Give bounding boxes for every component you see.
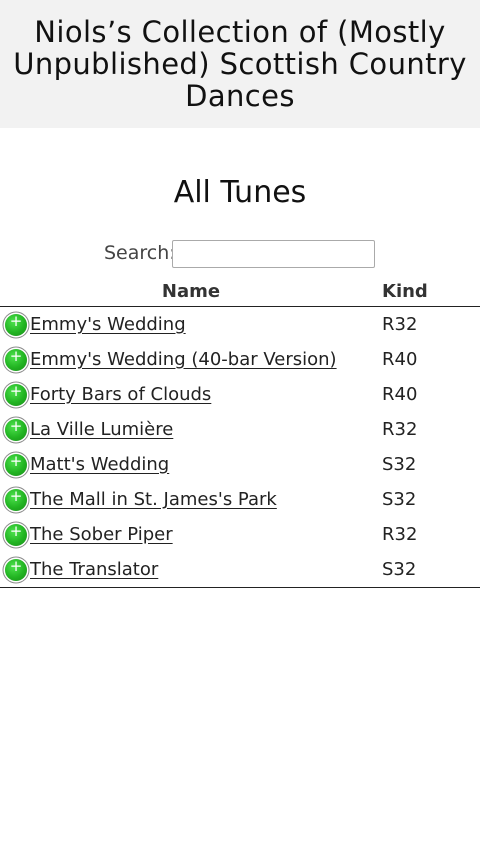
page-title: All Tunes	[173, 175, 307, 210]
expand-plus-icon[interactable]: +	[5, 383, 27, 406]
table-row: + Forty Bars of Clouds R40	[0, 377, 480, 412]
tune-kind: R40	[382, 349, 418, 370]
site-title: Niols’s Collection of (Mostly Unpublishe…	[13, 15, 467, 113]
tune-link[interactable]: The Translator	[30, 559, 158, 580]
table-header-row: Name Kind	[0, 276, 480, 307]
tune-link[interactable]: The Sober Piper	[30, 524, 173, 545]
tune-kind: R32	[382, 419, 418, 440]
table-row: + The Translator S32	[0, 552, 480, 588]
table-row: + The Sober Piper R32	[0, 517, 480, 552]
table-row: + Matt's Wedding S32	[0, 447, 480, 482]
table-row: + The Mall in St. James's Park S32	[0, 482, 480, 517]
tune-kind: S32	[382, 454, 417, 475]
expand-plus-icon[interactable]: +	[5, 488, 27, 511]
search-input[interactable]	[172, 240, 375, 268]
site-header: Niols’s Collection of (Mostly Unpublishe…	[0, 0, 480, 128]
expand-plus-icon[interactable]: +	[5, 418, 27, 441]
tune-kind: R40	[382, 384, 418, 405]
expand-plus-icon[interactable]: +	[5, 348, 27, 371]
tunes-table: Name Kind + Emmy's Wedding R32 + Emmy's …	[0, 276, 480, 588]
tune-link[interactable]: Emmy's Wedding	[30, 314, 186, 335]
tune-kind: S32	[382, 552, 480, 588]
tune-link[interactable]: Matt's Wedding	[30, 454, 169, 475]
expand-plus-icon[interactable]: +	[5, 558, 27, 581]
expand-plus-icon[interactable]: +	[5, 523, 27, 546]
search-label: Search:	[104, 242, 176, 264]
table-row: + Emmy's Wedding (40-bar Version) R40	[0, 342, 480, 377]
tune-kind: S32	[382, 489, 417, 510]
table-row: + Emmy's Wedding R32	[0, 307, 480, 343]
search-bar: Search:	[0, 240, 480, 268]
expand-plus-icon[interactable]: +	[5, 313, 27, 336]
tune-kind: R32	[382, 524, 418, 545]
table-row: + La Ville Lumière R32	[0, 412, 480, 447]
tune-link[interactable]: Forty Bars of Clouds	[30, 384, 211, 405]
tune-link[interactable]: Emmy's Wedding (40-bar Version)	[30, 349, 337, 370]
expand-plus-icon[interactable]: +	[5, 453, 27, 476]
column-header-name[interactable]: Name	[0, 276, 382, 307]
column-header-kind[interactable]: Kind	[382, 276, 480, 307]
tune-link[interactable]: The Mall in St. James's Park	[30, 489, 277, 510]
tune-kind: R32	[382, 314, 418, 335]
tune-link[interactable]: La Ville Lumière	[30, 419, 173, 440]
